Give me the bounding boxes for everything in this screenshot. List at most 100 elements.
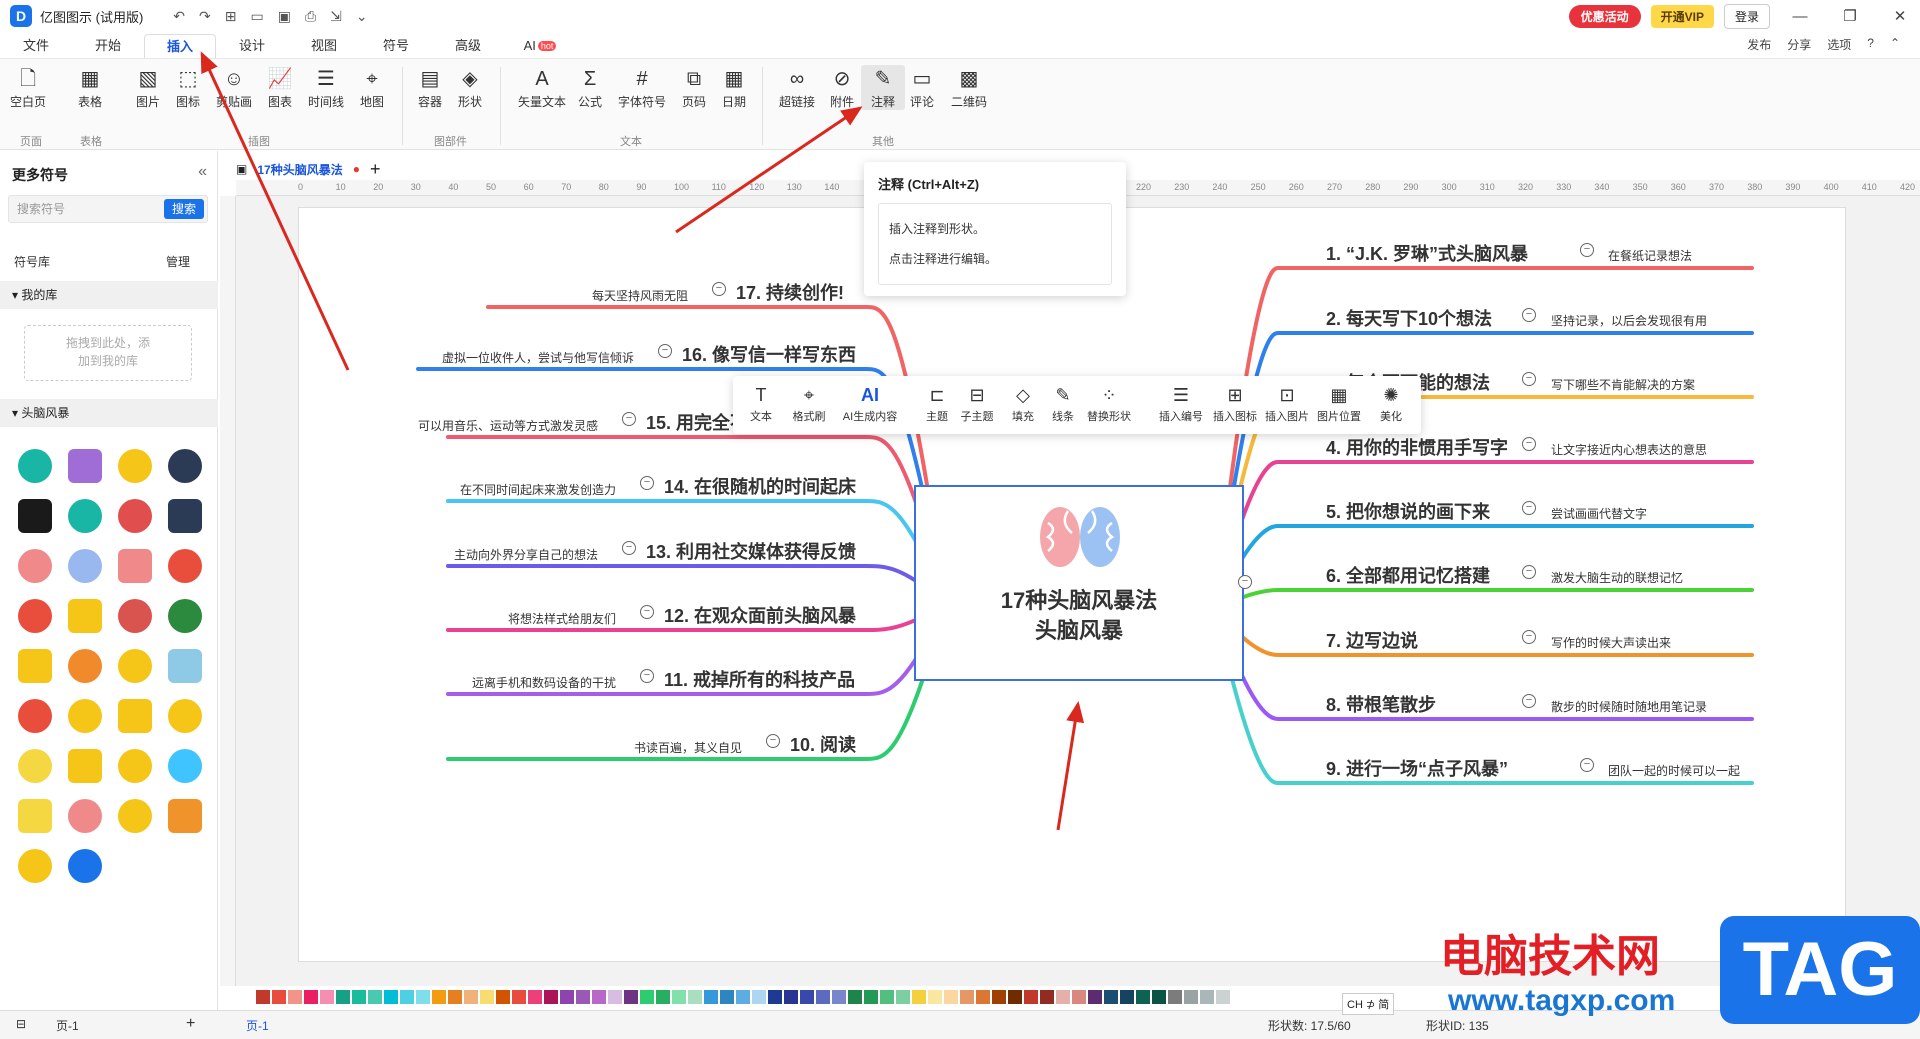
customize-icon[interactable]: ⌄: [356, 8, 368, 25]
palette-swatch[interactable]: [1088, 990, 1102, 1004]
undo-icon[interactable]: ↶: [173, 8, 185, 25]
collapse-toggle-icon[interactable]: −: [640, 476, 654, 490]
palette-swatch[interactable]: [784, 990, 798, 1004]
my-library-section[interactable]: ▾ 我的库: [0, 281, 218, 309]
collapse-panel-icon[interactable]: «: [198, 163, 207, 181]
palette-swatch[interactable]: [1104, 990, 1118, 1004]
document-tab[interactable]: 17种头脑风暴法: [257, 161, 342, 178]
login-button[interactable]: 登录: [1723, 3, 1770, 29]
fb-insert-image-button[interactable]: ⊡ 插入图片: [1261, 382, 1313, 424]
fb-replace-shape-button[interactable]: ⁘ 替换形状: [1083, 382, 1135, 424]
collapse-toggle-icon[interactable]: −: [640, 669, 654, 683]
symbol-item[interactable]: [10, 791, 60, 841]
collapse-toggle-icon[interactable]: −: [658, 344, 672, 358]
library-drop-zone[interactable]: 拖拽到此处，添 加到我的库: [24, 325, 192, 381]
palette-swatch[interactable]: [704, 990, 718, 1004]
fb-fill-button[interactable]: ◇ 填充: [1001, 382, 1045, 424]
branch-topic-left[interactable]: 11. 戒掉所有的科技产品: [664, 666, 855, 692]
tab-file[interactable]: 文件: [0, 34, 72, 58]
palette-swatch[interactable]: [1120, 990, 1134, 1004]
palette-swatch[interactable]: [720, 990, 734, 1004]
collapse-toggle-icon[interactable]: −: [1522, 565, 1536, 579]
palette-swatch[interactable]: [640, 990, 654, 1004]
palette-swatch[interactable]: [800, 990, 814, 1004]
palette-swatch[interactable]: [1024, 990, 1038, 1004]
qrcode-button[interactable]: ▩ 二维码: [944, 65, 994, 110]
page-tab[interactable]: 页-1: [246, 1017, 269, 1034]
page-number-button[interactable]: ⧉ 页码: [672, 65, 716, 110]
palette-swatch[interactable]: [1168, 990, 1182, 1004]
attachment-button[interactable]: ⊘ 附件: [820, 65, 864, 110]
collapse-toggle-icon[interactable]: −: [640, 605, 654, 619]
palette-swatch[interactable]: [512, 990, 526, 1004]
palette-swatch[interactable]: [256, 990, 270, 1004]
font-symbol-button[interactable]: # 字体符号: [614, 65, 670, 110]
symbol-item[interactable]: [10, 691, 60, 741]
publish-button[interactable]: 发布: [1747, 36, 1771, 53]
palette-swatch[interactable]: [272, 990, 286, 1004]
symbol-item[interactable]: [10, 541, 60, 591]
fb-ai-button[interactable]: AI AI生成内容: [839, 382, 901, 424]
fb-text-button[interactable]: T 文本: [739, 382, 783, 424]
palette-swatch[interactable]: [864, 990, 878, 1004]
tab-advanced[interactable]: 高级: [432, 34, 504, 58]
tab-view[interactable]: 视图: [288, 34, 360, 58]
symbol-item[interactable]: [60, 491, 110, 541]
fb-line-button[interactable]: ✎ 线条: [1041, 382, 1085, 424]
palette-swatch[interactable]: [1072, 990, 1086, 1004]
palette-swatch[interactable]: [960, 990, 974, 1004]
palette-swatch[interactable]: [976, 990, 990, 1004]
palette-swatch[interactable]: [1008, 990, 1022, 1004]
fb-topic-button[interactable]: ⊏ 主题: [915, 382, 959, 424]
symbol-library-toggle[interactable]: 符号库: [14, 253, 50, 270]
symbol-item[interactable]: [110, 591, 160, 641]
shape-button[interactable]: ◈ 形状: [448, 65, 492, 110]
save-icon[interactable]: ▣: [278, 8, 291, 25]
minimize-icon[interactable]: —: [1780, 8, 1820, 25]
redo-icon[interactable]: ↷: [199, 8, 211, 25]
palette-swatch[interactable]: [384, 990, 398, 1004]
hyperlink-button[interactable]: ∞ 超链接: [772, 65, 822, 110]
add-tab-icon[interactable]: +: [370, 159, 381, 180]
branch-topic-right[interactable]: 4. 用你的非惯用手写字: [1326, 434, 1508, 460]
fb-insert-icon-button[interactable]: ⊞ 插入图标: [1209, 382, 1261, 424]
image-button[interactable]: ▧ 图片: [126, 65, 170, 110]
clipart-button[interactable]: ☺ 剪贴画: [212, 65, 256, 110]
add-page-icon[interactable]: +: [186, 1015, 195, 1033]
symbol-item[interactable]: [110, 541, 160, 591]
palette-swatch[interactable]: [1040, 990, 1054, 1004]
palette-swatch[interactable]: [320, 990, 334, 1004]
symbol-item[interactable]: [60, 641, 110, 691]
export-icon[interactable]: ⇲: [330, 8, 342, 25]
palette-swatch[interactable]: [928, 990, 942, 1004]
palette-swatch[interactable]: [992, 990, 1006, 1004]
palette-swatch[interactable]: [768, 990, 782, 1004]
symbol-item[interactable]: [160, 691, 210, 741]
palette-swatch[interactable]: [912, 990, 926, 1004]
symbol-item[interactable]: [160, 791, 210, 841]
collapse-toggle-icon[interactable]: −: [1522, 437, 1536, 451]
share-button[interactable]: 分享: [1787, 36, 1811, 53]
symbol-item[interactable]: [110, 741, 160, 791]
collapse-toggle-icon[interactable]: −: [622, 541, 636, 555]
branch-topic-left[interactable]: 17. 持续创作!: [736, 279, 844, 305]
palette-swatch[interactable]: [688, 990, 702, 1004]
palette-swatch[interactable]: [432, 990, 446, 1004]
branch-topic-right[interactable]: 5. 把你想说的画下来: [1326, 498, 1490, 524]
collapse-toggle-icon[interactable]: −: [622, 412, 636, 426]
branch-topic-left[interactable]: 16. 像写信一样写东西: [682, 341, 856, 367]
symbol-item[interactable]: [110, 641, 160, 691]
branch-topic-right[interactable]: 8. 带根笔散步: [1326, 691, 1436, 717]
palette-swatch[interactable]: [832, 990, 846, 1004]
new-file-icon[interactable]: ⊞: [225, 8, 237, 25]
tab-start[interactable]: 开始: [72, 34, 144, 58]
collapse-toggle-icon[interactable]: −: [1580, 758, 1594, 772]
palette-swatch[interactable]: [576, 990, 590, 1004]
symbol-item[interactable]: [10, 641, 60, 691]
symbol-item[interactable]: [60, 791, 110, 841]
palette-swatch[interactable]: [288, 990, 302, 1004]
more-symbols-dropdown[interactable]: 更多符号: [12, 165, 68, 185]
symbol-item[interactable]: [60, 441, 110, 491]
table-button[interactable]: ▦ 表格: [68, 65, 112, 110]
vip-button[interactable]: 开通VIP: [1650, 4, 1714, 28]
